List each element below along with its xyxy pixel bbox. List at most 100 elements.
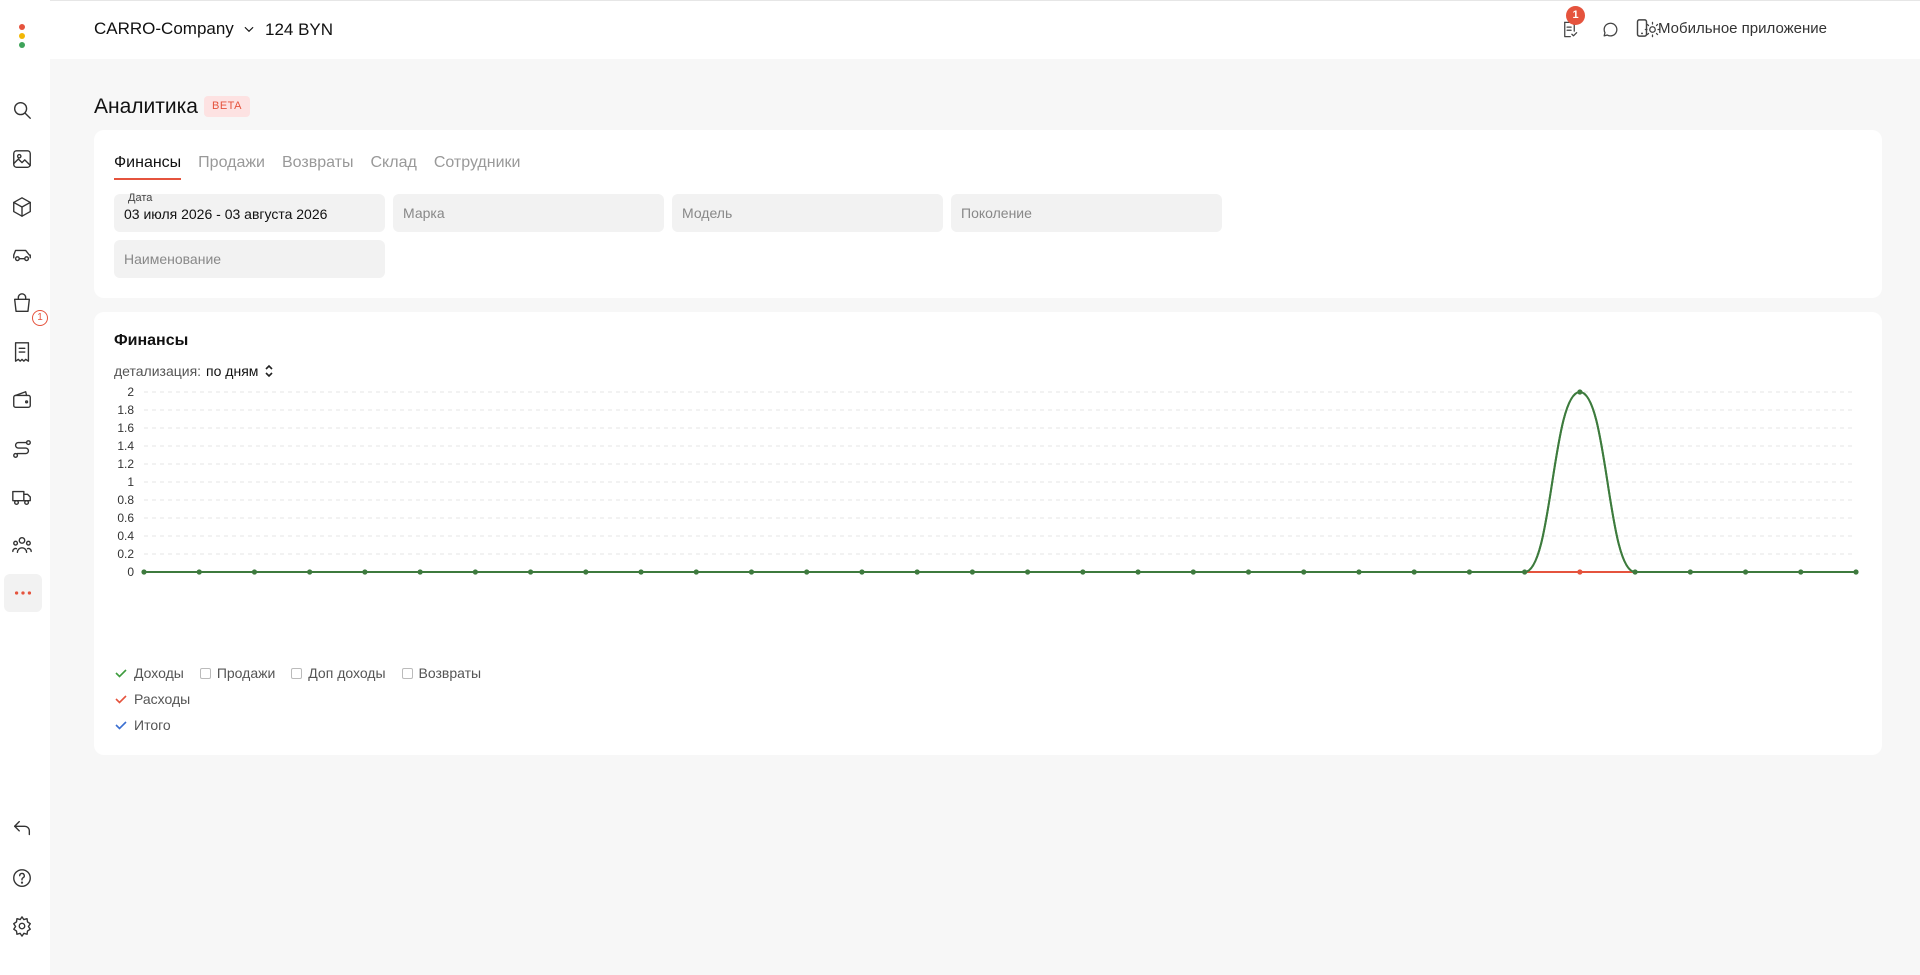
detail-label: детализация: xyxy=(114,363,202,379)
filters-card: Финансы Продажи Возвраты Склад Сотрудник… xyxy=(94,130,1882,298)
company-selector[interactable]: CARRO-Company xyxy=(94,19,256,39)
data-point xyxy=(1577,389,1583,395)
generation-field[interactable]: Поколение xyxy=(951,194,1222,232)
check-icon xyxy=(114,718,128,732)
data-point xyxy=(251,569,258,575)
y-tick-label: 1.6 xyxy=(117,421,134,435)
legend-extra-income[interactable]: Доп доходы xyxy=(291,665,386,681)
legend-sales[interactable]: Продажи xyxy=(199,665,276,681)
finance-chart-card: Финансы детализация: по дням 0 0.2 0.4 0.6 0… xyxy=(94,312,1882,755)
y-tick-label: 1.8 xyxy=(117,403,134,417)
legend-total[interactable]: Итого xyxy=(114,717,171,733)
data-point xyxy=(748,569,755,575)
receipt-icon[interactable] xyxy=(9,339,35,365)
tab-sales[interactable]: Продажи xyxy=(198,154,265,180)
legend-income-label: Доходы xyxy=(134,665,184,681)
data-point xyxy=(1522,569,1528,575)
mobile-app-label: Мобильное приложение xyxy=(1658,19,1827,37)
legend-row-3: Итого xyxy=(114,717,171,733)
company-name: CARRO-Company xyxy=(94,19,234,38)
messages-badge: 1 xyxy=(1566,6,1585,25)
legend-income[interactable]: Доходы xyxy=(114,665,184,681)
shopping-bag-icon[interactable] xyxy=(9,290,35,316)
box-icon[interactable] xyxy=(9,194,35,220)
y-tick-label: 0 xyxy=(127,565,134,579)
more-dots-icon[interactable] xyxy=(4,574,42,612)
data-point xyxy=(1742,569,1749,575)
y-tick-label: 0.6 xyxy=(117,511,134,525)
chevron-down-icon xyxy=(244,26,254,33)
legend-returns[interactable]: Возвраты xyxy=(401,665,481,681)
model-placeholder: Модель xyxy=(682,205,733,221)
data-point xyxy=(1411,569,1417,575)
messages-icon[interactable] xyxy=(1598,17,1622,41)
data-point xyxy=(693,569,699,575)
y-tick-label: 0.2 xyxy=(117,547,134,561)
checkbox-unchecked xyxy=(291,667,303,679)
mobile-app-link[interactable]: Мобильное приложение xyxy=(1634,19,1827,37)
data-point xyxy=(472,569,478,575)
date-field-value: 03 июля 2026 - 03 августа 2026 xyxy=(124,206,328,222)
brand-placeholder: Марка xyxy=(403,205,445,221)
wallet-icon[interactable] xyxy=(9,387,35,413)
sidebar: 1 xyxy=(0,0,50,975)
check-icon xyxy=(114,666,128,680)
logo-dot-red xyxy=(19,24,25,30)
data-point xyxy=(527,569,534,575)
route-icon[interactable] xyxy=(9,436,35,462)
data-point xyxy=(1025,569,1031,575)
checkbox-unchecked xyxy=(401,667,413,679)
chart-title: Финансы xyxy=(114,332,189,349)
undo-icon[interactable] xyxy=(9,816,35,842)
legend-row-1: Доходы Продажи Доп доходы Возвраты xyxy=(114,665,481,681)
data-point-expenses xyxy=(1577,569,1583,575)
data-point xyxy=(1798,569,1804,575)
detail-dropdown[interactable]: по дням xyxy=(206,363,274,379)
data-point xyxy=(1687,569,1693,575)
search-icon[interactable] xyxy=(9,97,35,123)
balance: 124 BYN xyxy=(265,20,334,39)
legend-row-2: Расходы xyxy=(114,691,190,707)
help-icon[interactable] xyxy=(9,865,35,891)
legend-sales-label: Продажи xyxy=(216,665,276,681)
logo-dot-yellow xyxy=(19,33,25,39)
car-icon[interactable] xyxy=(9,242,35,268)
detail-value: по дням xyxy=(206,363,259,379)
tab-employees[interactable]: Сотрудники xyxy=(434,154,521,180)
model-field[interactable]: Модель xyxy=(672,194,943,232)
legend-extra-income-label: Доп доходы xyxy=(308,665,386,681)
date-range-field[interactable]: Дата 03 июля 2026 - 03 августа 2026 xyxy=(114,192,385,232)
brand-field[interactable]: Марка xyxy=(393,194,664,232)
sort-chevrons-icon xyxy=(265,364,273,378)
data-point xyxy=(307,569,313,575)
truck-icon[interactable] xyxy=(9,484,35,510)
settings-icon[interactable] xyxy=(9,913,35,939)
generation-placeholder: Поколение xyxy=(961,205,1032,221)
name-field[interactable]: Наименование xyxy=(114,240,385,278)
analytics-tabs: Финансы Продажи Возвраты Склад Сотрудник… xyxy=(114,154,520,180)
data-point xyxy=(1466,569,1473,575)
beta-badge: BETA xyxy=(204,96,250,117)
legend-total-label: Итого xyxy=(134,717,171,733)
logo[interactable] xyxy=(14,24,30,52)
tab-warehouse[interactable]: Склад xyxy=(371,154,417,180)
check-icon xyxy=(114,692,128,706)
tab-finance[interactable]: Финансы xyxy=(114,154,182,180)
data-point xyxy=(1356,569,1362,575)
detail-selector: детализация: по дням xyxy=(114,363,274,379)
data-point xyxy=(417,569,423,575)
data-point xyxy=(1632,569,1638,575)
data-point xyxy=(914,569,920,575)
legend-expenses[interactable]: Расходы xyxy=(114,691,190,707)
data-point xyxy=(1080,569,1086,575)
name-placeholder: Наименование xyxy=(124,251,222,267)
users-icon[interactable] xyxy=(9,532,35,558)
data-point xyxy=(1135,569,1141,575)
legend-expenses-label: Расходы xyxy=(134,691,191,707)
data-point xyxy=(583,569,589,575)
data-point xyxy=(804,569,810,575)
image-icon[interactable] xyxy=(9,146,35,172)
tab-returns[interactable]: Возвраты xyxy=(282,154,354,180)
logo-dot-green xyxy=(19,42,25,48)
data-point xyxy=(1190,569,1196,575)
